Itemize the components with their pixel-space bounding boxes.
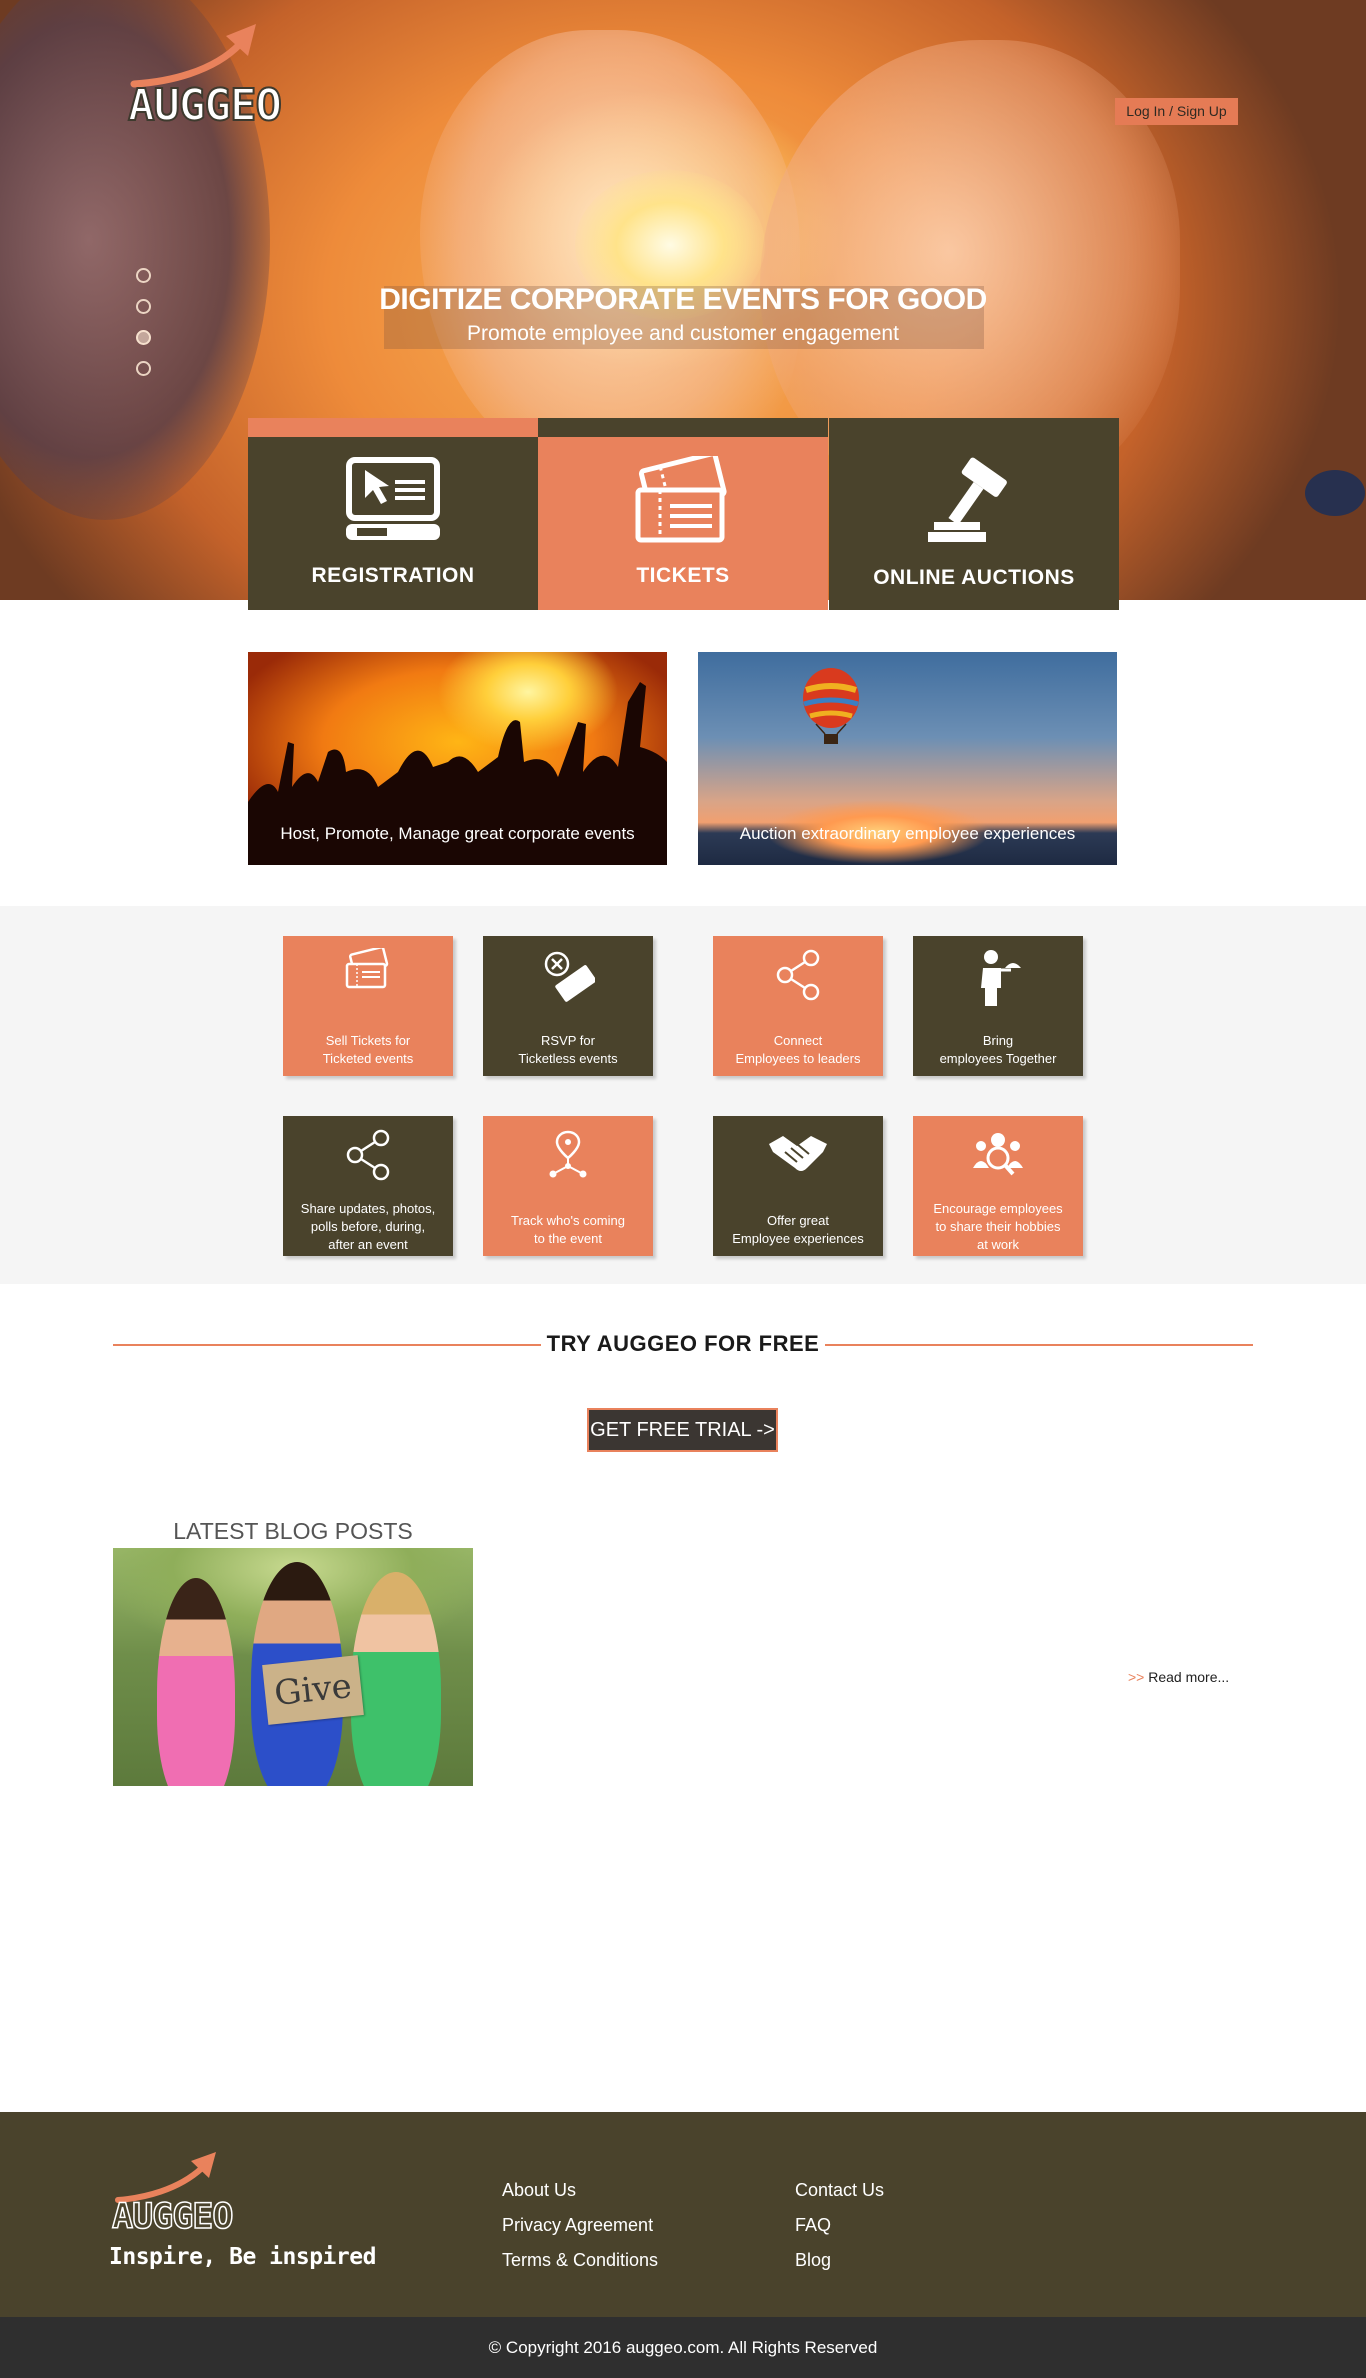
service-label-line: Offer great: [767, 1213, 829, 1228]
login-signup-button[interactable]: Log In / Sign Up: [1115, 98, 1238, 125]
service-label: Encourage employees to share their hobbie…: [917, 1200, 1079, 1254]
rsvp-icon: [544, 951, 595, 1002]
footer-link-terms[interactable]: Terms & Conditions: [502, 2250, 658, 2271]
read-more-link[interactable]: >> Read more...: [1128, 1669, 1229, 1685]
handshake-icon: [769, 1136, 827, 1171]
feature-topbar: [538, 418, 828, 437]
promo-caption: Auction extraordinary employee experienc…: [739, 824, 1076, 843]
footer-logo[interactable]: AUGGEO: [111, 2150, 234, 2240]
service-label-line: Share updates, photos,: [300, 1201, 436, 1216]
service-label: Sell Tickets for Ticketed events: [287, 1032, 449, 1068]
feature-topbar: [829, 418, 1119, 437]
read-more-arrow: >>: [1128, 1669, 1145, 1685]
site-logo[interactable]: AUGGEO: [127, 22, 283, 137]
slider-dot-1[interactable]: [136, 268, 151, 283]
service-tile-share-hobbies[interactable]: Encourage employees to share their hobbie…: [913, 1116, 1083, 1256]
service-label-line: at work: [977, 1237, 1019, 1252]
promo-balloon-image[interactable]: Auction extraordinary employee experienc…: [698, 652, 1117, 865]
footer-link-contact[interactable]: Contact Us: [795, 2180, 884, 2201]
service-label-line: to share their hobbies: [935, 1219, 1061, 1234]
feature-online-auctions[interactable]: ONLINE AUCTIONS: [829, 418, 1119, 610]
free-trial-button[interactable]: GET FREE TRIAL ->: [587, 1408, 778, 1452]
hero-title: DIGITIZE CORPORATE EVENTS FOR GOOD: [379, 283, 987, 316]
service-label: Track who's coming to the event: [487, 1212, 649, 1248]
footer-logo-text: AUGGEO: [111, 2196, 234, 2238]
slider-dot-2[interactable]: [136, 299, 151, 314]
blog-post-image[interactable]: Give: [113, 1548, 473, 1786]
feature-registration[interactable]: REGISTRATION: [248, 418, 538, 610]
feature-topbar: [248, 418, 538, 437]
service-label: Connect Employees to leaders: [717, 1032, 879, 1068]
blog-section-title: LATEST BLOG POSTS: [173, 1518, 413, 1544]
share-icon: [776, 949, 820, 1001]
service-label: Bring employees Together: [917, 1032, 1079, 1068]
hero-button-shape: [1305, 470, 1365, 516]
waiter-icon: [981, 950, 1021, 1006]
service-label-line: Encourage employees: [933, 1201, 1063, 1216]
hero-subtitle: Promote employee and customer engagement: [467, 322, 899, 345]
service-label-line: Track who's coming: [511, 1213, 625, 1228]
service-label-line: polls before, during,: [310, 1219, 426, 1234]
logo-text: AUGGEO: [127, 79, 283, 132]
footer-tagline: Inspire, Be inspired: [109, 2244, 376, 2270]
service-tile-bring-together[interactable]: Bring employees Together: [913, 936, 1083, 1076]
gavel-icon: [928, 457, 1007, 542]
service-label-line: Sell Tickets for: [325, 1033, 411, 1048]
service-tile-employee-experiences[interactable]: Offer great Employee experiences: [713, 1116, 883, 1256]
hot-air-balloon-icon: [803, 668, 859, 744]
service-label: Share updates, photos, polls before, duri…: [287, 1200, 449, 1254]
service-label-line: Employee experiences: [732, 1231, 864, 1246]
service-label-line: Ticketed events: [322, 1051, 414, 1066]
people-search-icon: [973, 1133, 1023, 1176]
copyright-bar: © Copyright 2016 auggeo.com. All Rights …: [0, 2317, 1366, 2378]
try-free-heading-text: TRY AUGGEO FOR FREE: [540, 1331, 826, 1356]
services-section: [0, 906, 1366, 1284]
service-label: RSVP for Ticketless events: [487, 1032, 649, 1068]
ticket-icon: [635, 456, 727, 543]
service-label-line: Connect: [773, 1033, 823, 1048]
service-tile-rsvp[interactable]: RSVP for Ticketless events: [483, 936, 653, 1076]
footer-link-faq[interactable]: FAQ: [795, 2215, 831, 2236]
service-tile-connect-employees[interactable]: Connect Employees to leaders: [713, 936, 883, 1076]
share-icon: [346, 1129, 390, 1181]
location-network-icon: [549, 1130, 587, 1178]
service-tile-share-updates[interactable]: Share updates, photos, polls before, duri…: [283, 1116, 453, 1256]
feature-label: REGISTRATION: [311, 564, 475, 587]
service-label-line: employees Together: [939, 1051, 1057, 1066]
service-label: Offer great Employee experiences: [717, 1212, 879, 1248]
slider-dots: [136, 268, 151, 392]
promo-concert-image[interactable]: Host, Promote, Manage great corporate ev…: [248, 652, 667, 865]
service-tile-sell-tickets[interactable]: Sell Tickets for Ticketed events: [283, 936, 453, 1076]
slider-dot-4[interactable]: [136, 361, 151, 376]
service-label-line: Ticketless events: [518, 1051, 618, 1066]
ticket-icon: [345, 948, 389, 989]
footer-link-privacy[interactable]: Privacy Agreement: [502, 2215, 653, 2236]
feature-label: TICKETS: [636, 564, 730, 587]
service-label-line: Employees to leaders: [735, 1051, 861, 1066]
service-tile-track-attendance[interactable]: Track who's coming to the event: [483, 1116, 653, 1256]
service-label-line: to the event: [534, 1231, 602, 1246]
read-more-label: Read more...: [1148, 1669, 1230, 1685]
service-label-line: RSVP for: [541, 1033, 595, 1048]
slider-dot-3[interactable]: [136, 330, 151, 345]
give-sign: Give: [262, 1655, 364, 1725]
footer-link-blog[interactable]: Blog: [795, 2250, 831, 2271]
computer-icon: [346, 457, 440, 540]
feature-tickets[interactable]: TICKETS: [538, 418, 828, 610]
try-free-heading: TRY AUGGEO FOR FREE: [0, 1331, 1366, 1357]
give-sign-text: Give: [272, 1666, 354, 1714]
footer-link-about[interactable]: About Us: [502, 2180, 576, 2201]
promo-caption: Host, Promote, Manage great corporate ev…: [280, 824, 635, 843]
service-label-line: Bring: [982, 1033, 1014, 1048]
service-label-line: after an event: [328, 1237, 408, 1252]
feature-label: ONLINE AUCTIONS: [873, 566, 1075, 589]
